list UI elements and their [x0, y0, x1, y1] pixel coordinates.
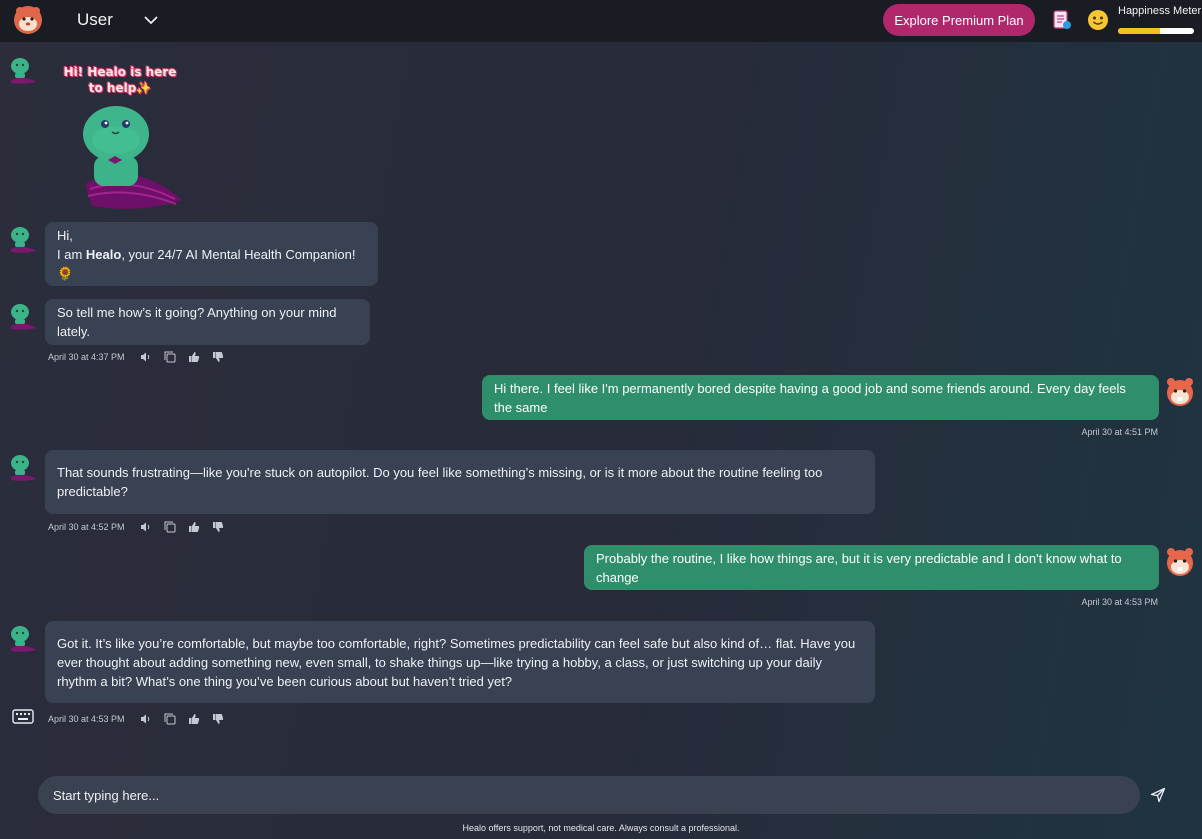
user-menu-label[interactable]: User — [77, 10, 113, 30]
sticker-caption-line2: to help✨ — [88, 81, 152, 95]
bot-message-bubble: That sounds frustrating—like you're stuc… — [45, 450, 875, 514]
healo-mascot-icon — [83, 106, 182, 209]
happiness-meter-fill — [1118, 28, 1160, 34]
bot-message-bubble: Got it. It’s like you’re comfortable, bu… — [45, 621, 875, 703]
notes-icon[interactable] — [1051, 9, 1073, 31]
healo-avatar-icon — [11, 304, 37, 330]
bot-message-bubble: Hi, I am Healo, your 24/7 AI Mental Heal… — [45, 222, 378, 286]
thumbs-up-icon[interactable] — [188, 351, 200, 363]
thumbs-down-icon[interactable] — [212, 351, 224, 363]
message-timestamp: April 30 at 4:37 PM — [48, 352, 125, 362]
healo-avatar-icon — [11, 227, 37, 253]
sticker-caption: Hi! Healo is here to help✨ — [60, 64, 180, 96]
user-avatar-icon — [1167, 548, 1193, 576]
healo-name: Healo — [85, 246, 122, 262]
message-text: Hi there. I feel like I'm permanently bo… — [494, 380, 1126, 415]
copy-icon[interactable] — [164, 713, 176, 725]
top-bar: User Explore Premium Plan Happiness Mete… — [0, 0, 1202, 42]
user-avatar-icon — [1167, 378, 1193, 406]
sticker-caption-line1: Hi! Healo is here — [63, 65, 177, 79]
healo-welcome-sticker: Hi! Healo is here to help✨ — [60, 64, 190, 212]
thumbs-down-icon[interactable] — [212, 713, 224, 725]
speaker-icon[interactable] — [140, 351, 152, 363]
keyboard-icon[interactable] — [12, 709, 34, 725]
speaker-icon[interactable] — [140, 521, 152, 533]
message-timestamp: April 30 at 4:51 PM — [1081, 427, 1158, 437]
message-text: Probably the routine, I like how things … — [596, 550, 1122, 585]
healo-avatar-icon — [11, 455, 37, 481]
healo-avatar-icon — [11, 58, 37, 84]
message-actions: April 30 at 4:53 PM — [48, 712, 224, 726]
smile-icon[interactable] — [1087, 9, 1109, 31]
chat-input[interactable] — [38, 776, 1140, 814]
send-icon[interactable] — [1150, 787, 1166, 803]
greeting-line: Hi, — [57, 227, 73, 243]
copy-icon[interactable] — [164, 521, 176, 533]
bot-message-bubble: So tell me how’s it going? Anything on y… — [45, 299, 370, 345]
message-text: That sounds frustrating—like you're stuc… — [57, 465, 823, 499]
message-actions: April 30 at 4:37 PM — [48, 350, 224, 364]
copy-icon[interactable] — [164, 351, 176, 363]
message-text: So tell me how’s it going? Anything on y… — [57, 305, 337, 339]
healo-avatar-icon — [11, 626, 37, 652]
chevron-down-icon[interactable] — [143, 12, 159, 28]
happiness-meter — [1118, 28, 1194, 34]
message-text: Got it. It’s like you’re comfortable, bu… — [57, 635, 856, 689]
user-message-bubble: Probably the routine, I like how things … — [584, 545, 1159, 590]
message-timestamp: April 30 at 4:53 PM — [48, 714, 125, 724]
intro-prefix: I am — [57, 246, 86, 262]
message-timestamp: April 30 at 4:53 PM — [1081, 597, 1158, 607]
thumbs-down-icon[interactable] — [212, 521, 224, 533]
thumbs-up-icon[interactable] — [188, 521, 200, 533]
message-actions: April 30 at 4:52 PM — [48, 520, 224, 534]
thumbs-up-icon[interactable] — [188, 713, 200, 725]
intro-line: I am Healo, your 24/7 AI Mental Health C… — [57, 245, 366, 283]
user-message-bubble: Hi there. I feel like I'm permanently bo… — [482, 375, 1159, 420]
explore-premium-button[interactable]: Explore Premium Plan — [883, 4, 1035, 36]
message-timestamp: April 30 at 4:52 PM — [48, 522, 125, 532]
speaker-icon[interactable] — [140, 713, 152, 725]
healo-logo-icon[interactable] — [13, 5, 43, 35]
happiness-meter-label: Happiness Meter — [1118, 5, 1202, 17]
disclaimer-text: Healo offers support, not medical care. … — [462, 823, 740, 833]
